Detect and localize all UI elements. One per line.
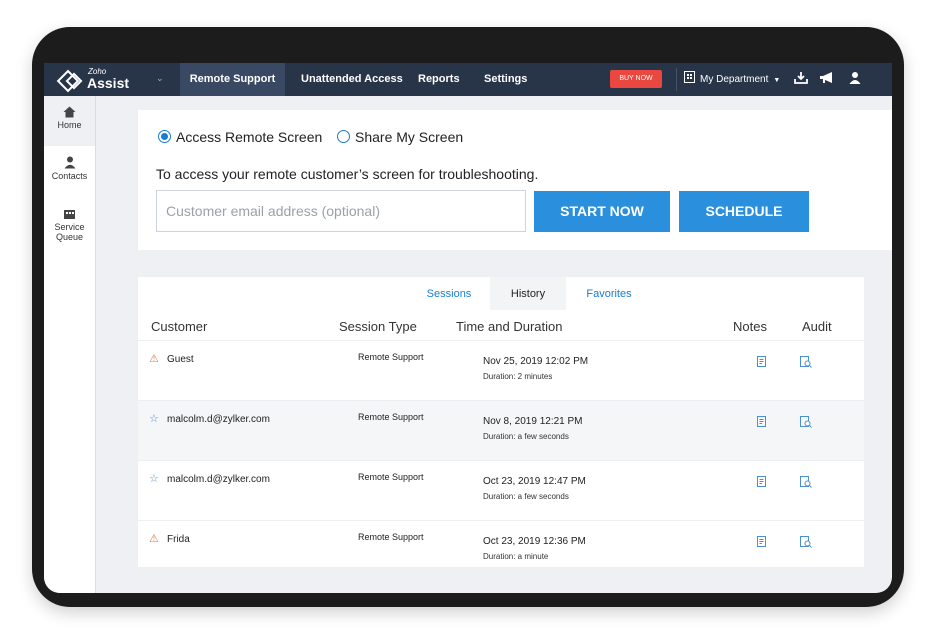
top-navigation-bar: Zoho Assist ⌄ Remote Support Unattended … (44, 63, 892, 96)
app-window: Zoho Assist ⌄ Remote Support Unattended … (44, 63, 892, 593)
customer-cell: ☆ malcolm.d@zylker.com (149, 472, 270, 485)
share-my-screen-radio[interactable]: Share My Screen (337, 129, 463, 145)
session-date: Nov 25, 2019 12:02 PM (483, 356, 589, 367)
warning-icon: ⚠ (149, 353, 159, 365)
star-icon[interactable]: ☆ (149, 472, 162, 485)
nav-unattended-access[interactable]: Unattended Access (301, 63, 403, 96)
sidebar-item-contacts[interactable]: Contacts (44, 156, 95, 196)
table-row[interactable]: ⚠ Guest Remote Support Nov 25, 2019 12:02… (138, 340, 864, 401)
table-row[interactable]: ☆ malcolm.d@zylker.com Remote Support Nov… (138, 400, 864, 461)
customer-name: malcolm.d@zylker.com (167, 474, 270, 485)
announcement-icon[interactable] (819, 71, 835, 85)
notes-icon[interactable] (757, 476, 767, 488)
notes-icon[interactable] (757, 536, 767, 548)
home-icon (63, 106, 76, 118)
divider (676, 68, 677, 91)
customer-cell: ⚠ Guest (149, 352, 194, 365)
customer-email-input[interactable] (156, 190, 526, 232)
session-duration: Duration: a few seconds (483, 492, 569, 501)
caret-down-icon: ▼ (773, 77, 781, 84)
sidebar: Home Contacts Service Queue (44, 96, 96, 593)
user-profile-icon[interactable] (849, 71, 861, 85)
schedule-button[interactable]: SCHEDULE (679, 191, 809, 232)
radio-selected-icon (158, 130, 171, 143)
session-type-cell: Remote Support (358, 412, 424, 422)
chevron-down-icon[interactable]: ⌄ (156, 73, 164, 84)
session-duration: Duration: 2 minutes (483, 372, 553, 381)
audit-icon[interactable] (800, 536, 812, 548)
table-row[interactable]: ⚠ Frida Remote Support Oct 23, 2019 12:36… (138, 520, 864, 568)
department-selector[interactable]: My Department ▼ (684, 63, 780, 96)
radio-unselected-icon (337, 130, 350, 143)
column-header-audit: Audit (802, 319, 832, 334)
nav-remote-support[interactable]: Remote Support (180, 63, 285, 96)
audit-icon[interactable] (800, 476, 812, 488)
session-type-cell: Remote Support (358, 532, 424, 542)
session-date: Nov 8, 2019 12:21 PM (483, 416, 583, 427)
nav-settings[interactable]: Settings (484, 63, 527, 96)
column-header-time: Time and Duration (456, 319, 563, 334)
sidebar-item-label: Contacts (51, 171, 88, 181)
sidebar-item-label: Home (57, 120, 82, 130)
access-description: To access your remote customer’s screen … (156, 166, 539, 182)
tab-history[interactable]: History (490, 277, 566, 310)
column-header-customer: Customer (151, 319, 208, 334)
session-duration: Duration: a minute (483, 552, 549, 561)
sidebar-item-service-queue[interactable]: Service Queue (44, 208, 95, 254)
notes-icon[interactable] (757, 356, 767, 368)
customer-name: malcolm.d@zylker.com (167, 414, 270, 425)
buy-now-button[interactable]: BUY NOW (610, 70, 662, 88)
table-row[interactable]: ☆ malcolm.d@zylker.com Remote Support Oct… (138, 460, 864, 521)
customer-cell: ⚠ Frida (149, 532, 190, 545)
contacts-icon (64, 156, 75, 169)
history-panel: Sessions History Favorites Customer Sess… (138, 277, 864, 567)
session-duration: Duration: a few seconds (483, 432, 569, 441)
star-icon[interactable]: ☆ (149, 412, 162, 425)
customer-name: Guest (167, 354, 194, 365)
logo-assist-text: Assist (87, 75, 130, 91)
access-panel: Access Remote Screen Share My Screen To … (138, 110, 892, 250)
nav-reports[interactable]: Reports (418, 63, 460, 96)
tab-sessions[interactable]: Sessions (416, 277, 482, 310)
notes-icon[interactable] (757, 416, 767, 428)
service-queue-icon (64, 210, 75, 219)
column-header-session-type: Session Type (339, 319, 417, 334)
tab-favorites[interactable]: Favorites (574, 277, 644, 310)
column-header-notes: Notes (733, 319, 767, 334)
customer-cell: ☆ malcolm.d@zylker.com (149, 412, 270, 425)
sidebar-item-label-2: Queue (55, 232, 84, 242)
department-label: My Department (700, 74, 769, 85)
sidebar-item-home[interactable]: Home (44, 96, 95, 146)
session-type-cell: Remote Support (358, 472, 424, 482)
audit-icon[interactable] (800, 416, 812, 428)
sidebar-item-label: Service (54, 222, 85, 232)
radio-label: Access Remote Screen (176, 129, 323, 145)
access-remote-screen-radio[interactable]: Access Remote Screen (158, 129, 322, 145)
session-date: Oct 23, 2019 12:36 PM (483, 536, 586, 547)
radio-label: Share My Screen (355, 129, 464, 145)
session-date: Oct 23, 2019 12:47 PM (483, 476, 586, 487)
table-header: Customer Session Type Time and Duration … (138, 312, 864, 340)
download-icon[interactable] (794, 71, 808, 85)
customer-name: Frida (167, 534, 190, 545)
warning-icon: ⚠ (149, 533, 159, 545)
zoho-assist-logo[interactable]: Zoho Assist (56, 67, 148, 93)
building-icon (684, 71, 695, 83)
start-now-button[interactable]: START NOW (534, 191, 670, 232)
audit-icon[interactable] (800, 356, 812, 368)
session-type-cell: Remote Support (358, 352, 424, 362)
